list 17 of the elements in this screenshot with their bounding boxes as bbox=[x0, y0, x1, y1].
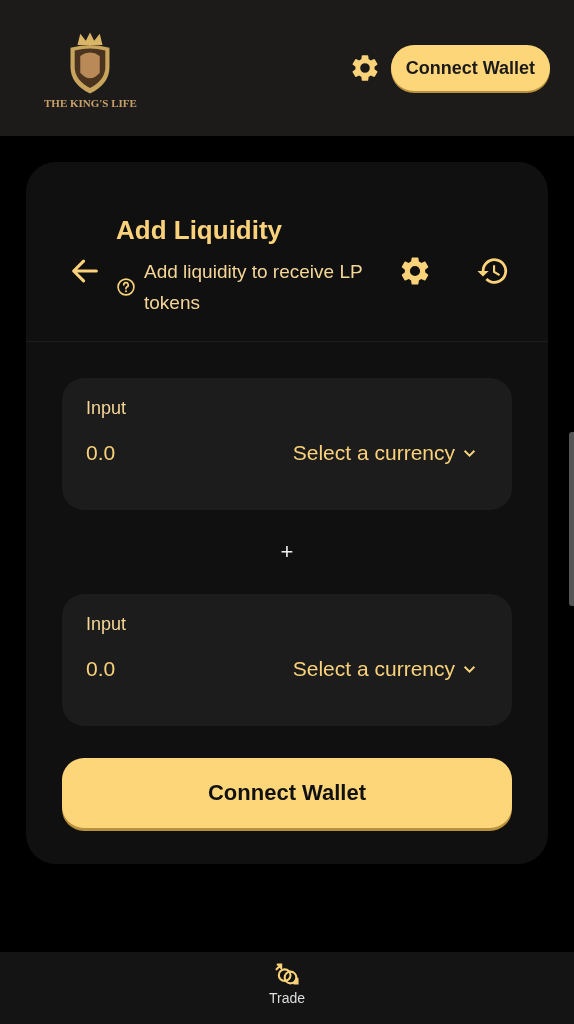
plus-sign: + bbox=[280, 538, 294, 566]
brand-name: THE KING'S LIFE bbox=[44, 97, 137, 109]
connect-wallet-button[interactable]: Connect Wallet bbox=[62, 758, 512, 828]
connect-wallet-button[interactable]: Connect Wallet bbox=[390, 45, 550, 91]
chevron-down-icon bbox=[463, 448, 476, 458]
input-label: Input bbox=[86, 398, 128, 419]
select-currency-button[interactable]: Select a currency bbox=[292, 657, 476, 681]
input-label: Input bbox=[86, 614, 128, 635]
amount-field[interactable]: 0.0 bbox=[86, 657, 176, 681]
page-title: Add Liquidity bbox=[116, 215, 284, 246]
chevron-down-icon bbox=[463, 664, 476, 674]
select-currency-button[interactable]: Select a currency bbox=[292, 441, 476, 465]
scrollbar[interactable] bbox=[569, 432, 574, 606]
trade-tab[interactable]: Trade bbox=[262, 952, 312, 1024]
subtitle-text: Add liquidity to receive LP tokens bbox=[144, 260, 364, 315]
amount-field[interactable]: 0.0 bbox=[86, 441, 176, 465]
help-icon[interactable] bbox=[116, 277, 136, 297]
